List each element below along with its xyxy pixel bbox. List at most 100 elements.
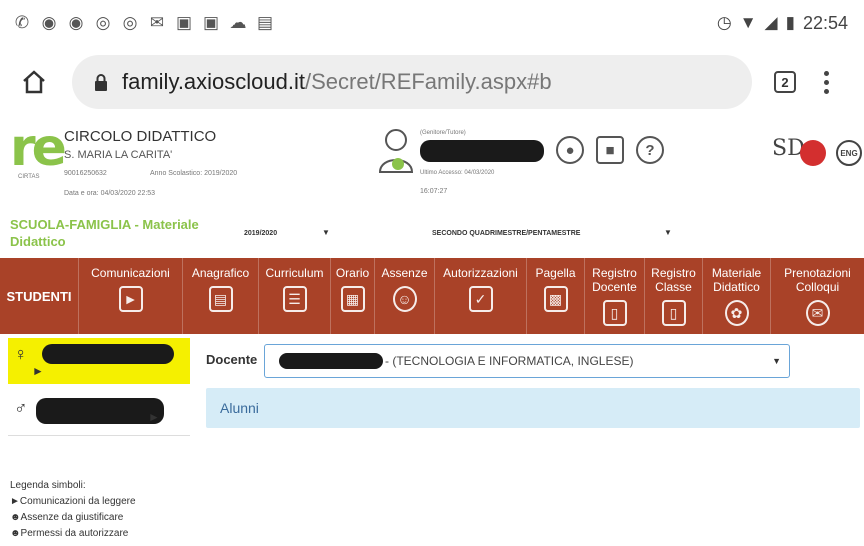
nav-section-label: STUDENTI xyxy=(6,288,72,304)
datetime: Data e ora: 04/03/2020 22:53 xyxy=(64,190,156,197)
facebook-icon: ◉ xyxy=(68,13,84,32)
last-access-time: 16:07:27 xyxy=(420,188,448,195)
wifi-icon: ▼ xyxy=(739,13,757,32)
image-icon: ▣ xyxy=(175,13,193,32)
site-header: re CIRTAS CIRCOLO DIDATTICO S. MARIA LA … xyxy=(0,118,864,210)
chevron-down-icon[interactable]: ▼ xyxy=(664,228,672,237)
redacted-teacher-name xyxy=(279,353,383,369)
nav-item-label: Materiale Didattico xyxy=(711,266,762,294)
nav-item-label: Registro Docente xyxy=(592,266,637,294)
calendar-check-icon: ✓ xyxy=(468,286,493,312)
image-icon: ▣ xyxy=(202,13,220,32)
nav-item-assenze[interactable]: Assenze ☺ xyxy=(374,258,434,334)
battery-icon: ▮ xyxy=(785,13,795,32)
signal-icon: ◢ xyxy=(764,13,778,32)
lock-icon xyxy=(95,73,107,91)
nav-item-label: Curriculum xyxy=(265,266,324,280)
docente-label: Docente xyxy=(206,352,258,367)
user-avatar-icon[interactable] xyxy=(376,126,416,176)
megaphone-icon: ► xyxy=(118,286,143,312)
nav-item-label: Assenze xyxy=(381,266,428,280)
calendar-grid-icon: ▦ xyxy=(340,286,365,312)
shapes-icon: ✿ xyxy=(724,300,749,326)
nav-item-curriculum[interactable]: Curriculum ☰ xyxy=(258,258,330,334)
status-bar: ✆ ◉ ◉ ◎ ◎ ✉ ▣ ▣ ☁ ▤ ◷ ▼ ◢ ▮ 22:54 xyxy=(0,0,864,46)
nav-item-comunicazioni[interactable]: Comunicazioni ► xyxy=(78,258,182,334)
megaphone-icon: ► xyxy=(10,496,20,507)
home-icon[interactable] xyxy=(14,62,54,102)
female-icon: ♀ xyxy=(14,344,28,364)
browser-toolbar: family.axioscloud.it/Secret/REFamily.asp… xyxy=(0,50,864,114)
legend-item: ☻Permessi da autorizzare xyxy=(10,528,129,539)
section-title: SCUOLA-FAMIGLIA - Materiale Didattico xyxy=(10,217,199,249)
school-code: 90016250632 xyxy=(64,170,107,177)
nav-item-materiale-didattico[interactable]: Materiale Didattico ✿ xyxy=(702,258,770,334)
nav-item-label: Anagrafico xyxy=(191,266,250,280)
pinterest-icon: ◎ xyxy=(122,13,138,32)
nav-item-label: Orario xyxy=(335,266,370,280)
nav-item-label: Comunicazioni xyxy=(91,266,170,280)
chevron-down-icon[interactable]: ▼ xyxy=(322,228,330,237)
year-select[interactable]: 2019/2020 xyxy=(244,230,277,237)
alunni-panel[interactable]: Alunni xyxy=(206,388,860,428)
face-icon: ☻ xyxy=(10,512,21,523)
cloud-icon: ☁ xyxy=(229,13,247,32)
red-logo-icon[interactable] xyxy=(800,140,826,166)
period-select[interactable]: SECONDO QUADRIMESTRE/PENTAMESTRE xyxy=(432,230,580,237)
calendar-icon: ▤ xyxy=(256,13,274,32)
legend-title: Legenda simboli: xyxy=(10,480,86,491)
document-icon: ☰ xyxy=(282,286,307,312)
user-role: (Genitore/Tutore) xyxy=(420,130,466,136)
redacted-user-name xyxy=(420,140,544,162)
nav-item-registro-classe[interactable]: Registro Classe ▯ xyxy=(644,258,702,334)
nav-item-pagella[interactable]: Pagella ▩ xyxy=(526,258,584,334)
last-access: Ultimo Accesso: 04/03/2020 xyxy=(420,170,495,176)
nav-item-prenotazioni-colloqui[interactable]: Prenotazioni Colloqui ✉ xyxy=(770,258,864,334)
megaphone-icon: ► xyxy=(32,364,44,378)
male-icon: ♂ xyxy=(14,398,28,418)
url-host: family.axioscloud.it xyxy=(122,69,305,94)
phone-icon: ✆ xyxy=(14,13,30,32)
nav-item-registro-docente[interactable]: Registro Docente ▯ xyxy=(584,258,644,334)
help-icon[interactable]: ? xyxy=(636,136,664,164)
tablet-icon: ▯ xyxy=(661,300,686,326)
tab-switcher-button[interactable]: 2 xyxy=(774,71,796,93)
facebook-icon: ◉ xyxy=(41,13,57,32)
tablet-icon: ▯ xyxy=(602,300,627,326)
lightbulb-icon[interactable]: ● xyxy=(556,136,584,164)
re-logo[interactable]: re xyxy=(10,122,67,174)
main-nav: STUDENTI Comunicazioni ► Anagrafico ▤ Cu… xyxy=(0,258,864,334)
megaphone-icon: ► xyxy=(148,410,160,424)
face-icon: ☺ xyxy=(392,286,417,312)
docente-select[interactable]: - (TECNOLOGIA E INFORMATICA, INGLESE) ▼ xyxy=(264,344,790,378)
nav-item-label: Prenotazioni Colloqui xyxy=(784,266,851,294)
student-item[interactable]: ♂ ► xyxy=(8,392,190,436)
nav-item-anagrafico[interactable]: Anagrafico ▤ xyxy=(182,258,258,334)
redacted-student-name xyxy=(36,398,164,424)
legend-item: ☻Assenze da giustificare xyxy=(10,512,124,523)
alunni-label: Alunni xyxy=(220,400,259,416)
school-place: S. MARIA LA CARITA' xyxy=(64,149,173,161)
url-bar[interactable]: family.axioscloud.it/Secret/REFamily.asp… xyxy=(72,55,752,109)
chat-icon: ☻ xyxy=(10,528,21,539)
url-path: /Secret/REFamily.aspx#b xyxy=(305,69,552,94)
nav-item-label: Pagella xyxy=(535,266,576,280)
legend: Legenda simboli: ►Comunicazioni da legge… xyxy=(10,478,136,542)
alarm-icon: ◷ xyxy=(716,13,732,32)
nav-item-label: Registro Classe xyxy=(651,266,696,294)
lock-icon[interactable]: ■ xyxy=(596,136,624,164)
overflow-menu-icon[interactable] xyxy=(824,70,829,94)
school-year: Anno Scolastico: 2019/2020 xyxy=(150,170,238,177)
report-card-icon: ▩ xyxy=(543,286,568,312)
clock: 22:54 xyxy=(802,12,848,33)
nav-item-orario[interactable]: Orario ▦ xyxy=(330,258,374,334)
docente-value: - (TECNOLOGIA E INFORMATICA, INGLESE) xyxy=(385,354,634,368)
notification-icons: ✆ ◉ ◉ ◎ ◎ ✉ ▣ ▣ ☁ ▤ xyxy=(12,13,275,33)
chevron-down-icon: ▼ xyxy=(772,356,781,366)
student-item-selected[interactable]: ♀ ► xyxy=(8,338,190,384)
legend-item: ►Comunicazioni da leggere xyxy=(10,496,136,507)
nav-item-autorizzazioni[interactable]: Autorizzazioni ✓ xyxy=(434,258,526,334)
redacted-student-name xyxy=(42,344,174,364)
language-icon[interactable]: ENG xyxy=(836,140,862,166)
mail-icon: ✉ xyxy=(149,13,165,32)
